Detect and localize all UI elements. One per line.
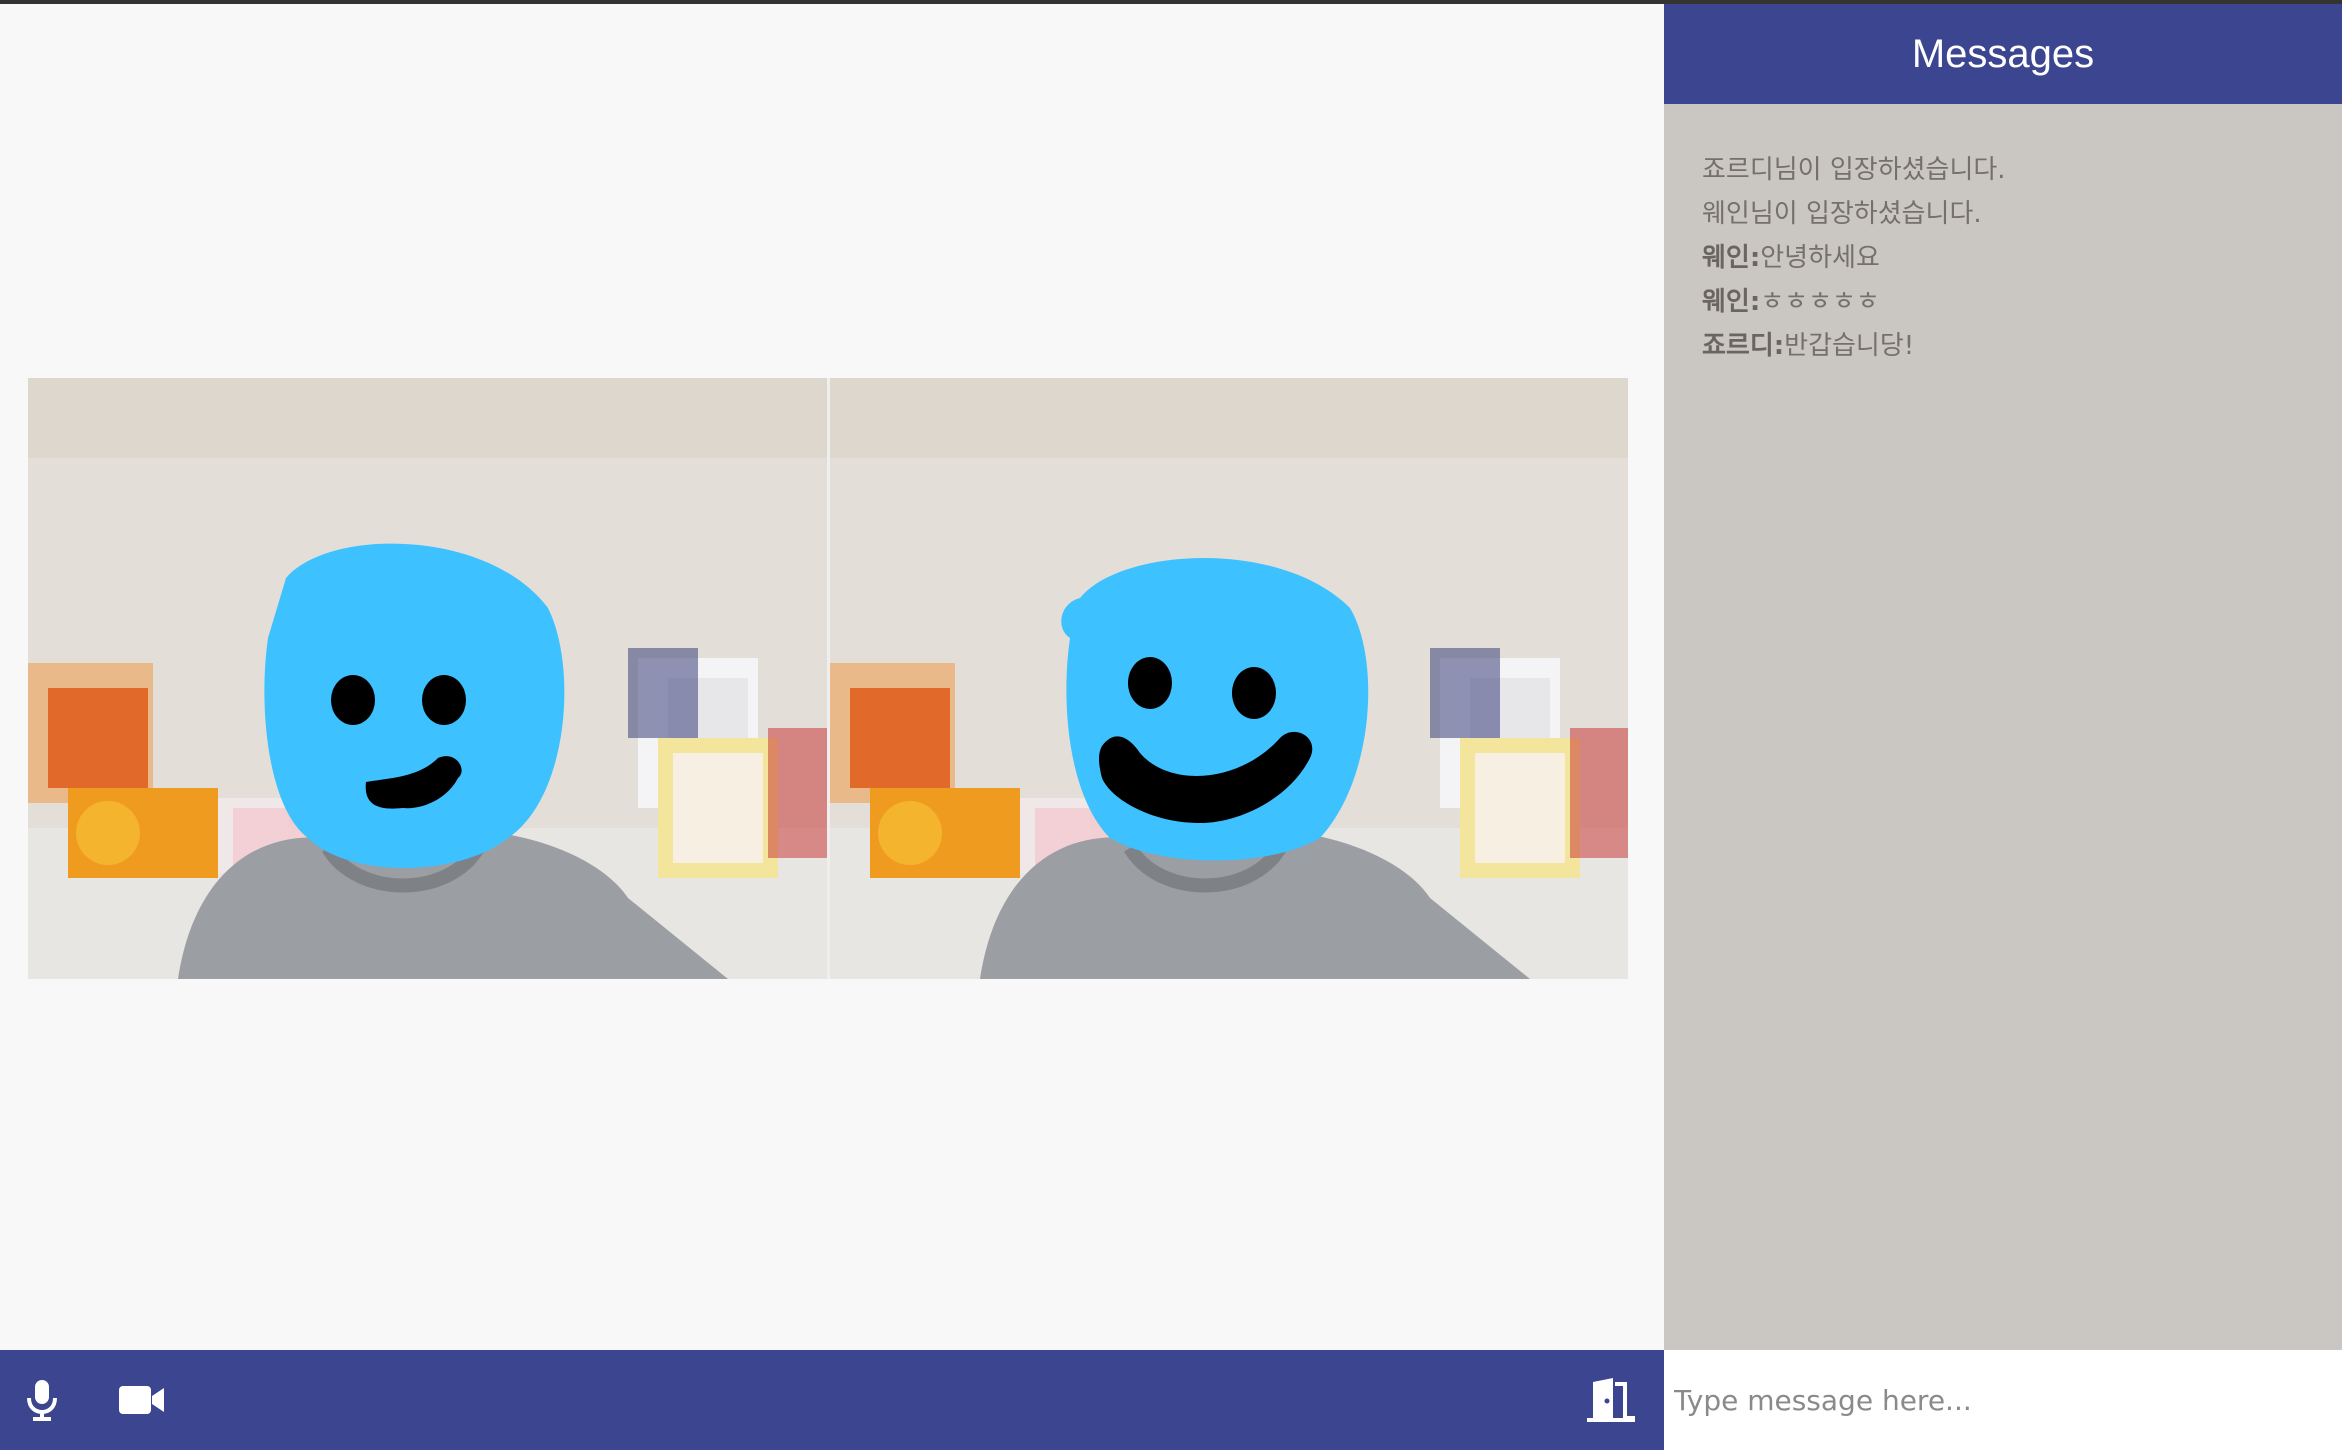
message-text: 웨인님이 입장하셨습니다. [1702,199,1982,229]
message-sender: 죠르디: [1702,331,1785,361]
video-area [0,4,1664,1350]
video-frame-2 [829,378,1628,979]
message-text: 반갑습니당! [1784,331,1915,361]
video-grid [28,378,1628,979]
message-input[interactable] [1664,1350,2342,1450]
video-camera-icon [119,1386,164,1414]
video-frame-1 [28,378,827,979]
message-sender: 웨인: [1702,243,1761,273]
microphone-button[interactable] [20,1350,64,1450]
message-list: 죠르디님이 입장하셨습니다. 웨인님이 입장하셨습니다. 웨인:안녕하세요 웨인… [1664,104,2342,1350]
microphone-icon [27,1380,57,1421]
message-item: 웨인:ㅎㅎㅎㅎㅎ [1702,280,2304,324]
message-text: 죠르디님이 입장하셨습니다. [1702,155,2006,185]
message-sender: 웨인: [1702,287,1761,317]
video-tile-local [28,378,827,979]
chat-header: Messages [1664,4,2342,104]
camera-button[interactable] [118,1350,166,1450]
door-exit-icon [1587,1378,1635,1422]
message-item: 웨인님이 입장하셨습니다. [1702,192,2304,236]
leave-room-button[interactable] [1585,1350,1637,1450]
chat-panel: Messages 죠르디님이 입장하셨습니다. 웨인님이 입장하셨습니다. 웨인… [1664,4,2342,1450]
message-item: 웨인:안녕하세요 [1702,236,2304,280]
video-tile-remote [826,378,1628,979]
message-item: 죠르디님이 입장하셨습니다. [1702,148,2304,192]
message-text: 안녕하세요 [1760,243,1880,273]
message-item: 죠르디:반갑습니당! [1702,324,2304,368]
call-controls-toolbar [0,1350,1664,1450]
chat-title: Messages [1911,31,2095,76]
message-text: ㅎㅎㅎㅎㅎ [1760,287,1880,317]
